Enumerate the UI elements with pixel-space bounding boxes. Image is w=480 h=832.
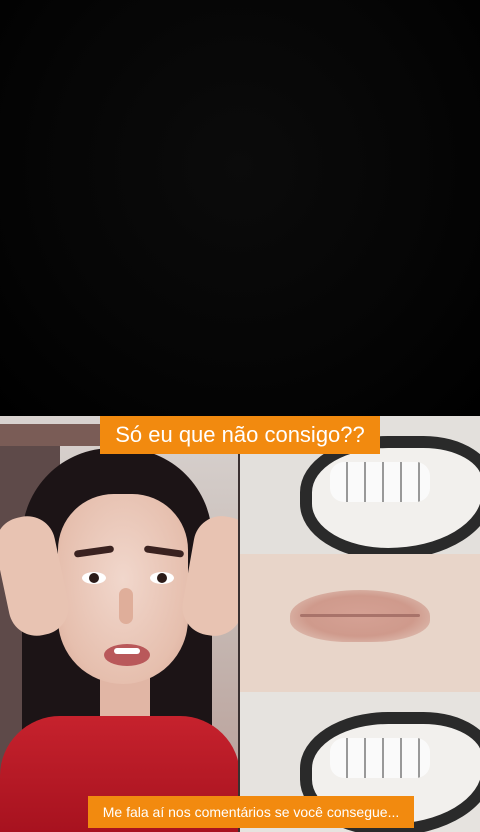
caption-top: Só eu que não consigo?? (100, 416, 380, 454)
nose (119, 588, 133, 624)
video-letterbox-top (0, 0, 480, 416)
person-panel (0, 416, 240, 832)
neck (100, 678, 150, 718)
right-eye (150, 572, 174, 584)
mouth (104, 644, 150, 666)
real-lips-panel (240, 554, 480, 692)
left-eye (82, 572, 106, 584)
video-frame[interactable] (0, 416, 480, 832)
sketch-teeth (330, 462, 430, 502)
caption-bottom: Me fala aí nos comentários se você conse… (88, 796, 414, 828)
sketch-teeth (330, 738, 430, 778)
lip-line (300, 614, 420, 617)
